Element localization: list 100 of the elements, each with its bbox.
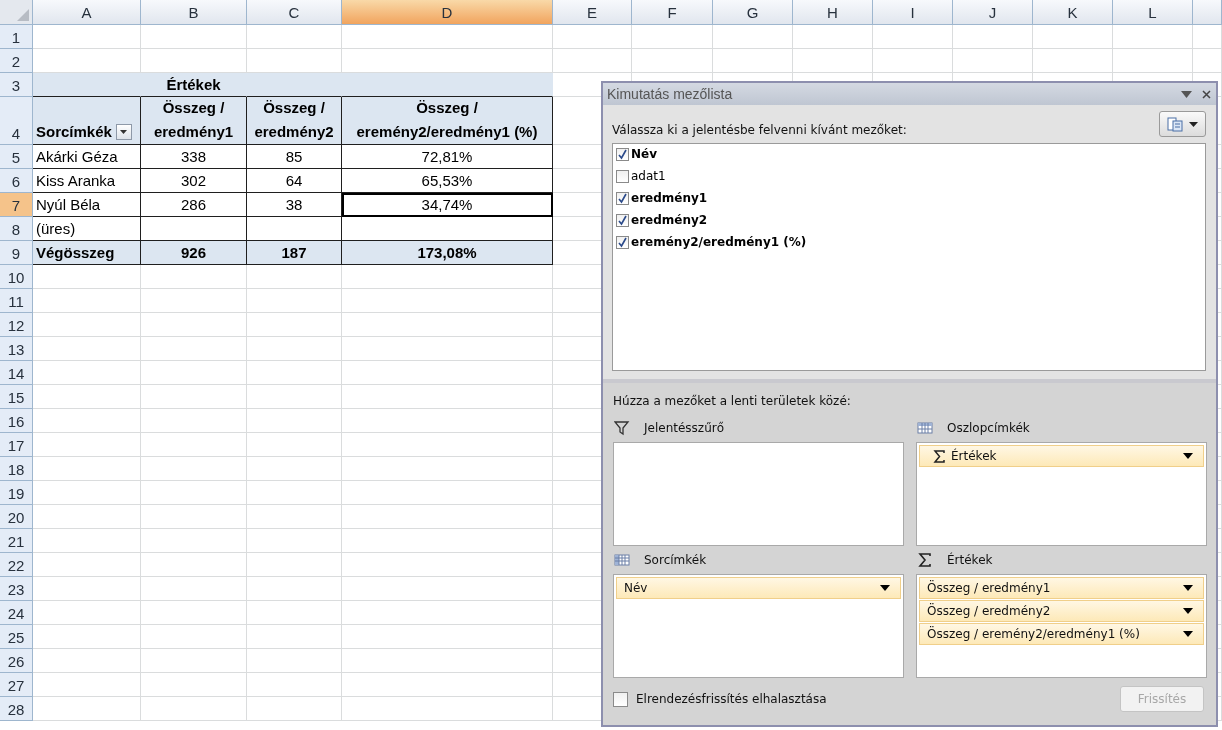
- field-button[interactable]: Értékek: [919, 445, 1204, 467]
- sigma-icon: [917, 552, 933, 568]
- table-cell: Akárki Géza: [33, 145, 141, 169]
- caret-icon: [120, 130, 128, 134]
- row-header[interactable]: 13: [0, 337, 33, 361]
- caret-icon: [1183, 608, 1193, 614]
- area-label: Sorcímkék: [644, 553, 707, 567]
- column-header[interactable]: K: [1033, 0, 1113, 25]
- column-header[interactable]: E: [553, 0, 632, 25]
- row-header[interactable]: 23: [0, 577, 33, 601]
- table-cell: 338: [141, 145, 247, 169]
- column-header[interactable]: J: [953, 0, 1033, 25]
- grid-icon: [614, 552, 630, 568]
- table-cell: 65,53%: [342, 169, 553, 193]
- field-button[interactable]: Összeg / eremény2/eredmény1 (%): [919, 623, 1204, 645]
- layout-icon: [1167, 116, 1183, 132]
- row-header[interactable]: 11: [0, 289, 33, 313]
- field-label[interactable]: Név: [631, 147, 657, 161]
- row-header[interactable]: 24: [0, 601, 33, 625]
- column-header[interactable]: D: [342, 0, 553, 25]
- grid-cell: [1193, 49, 1222, 73]
- table-cell: 286: [141, 193, 247, 217]
- field-button[interactable]: Összeg / eredmény2: [919, 600, 1204, 622]
- row-header[interactable]: 25: [0, 625, 33, 649]
- header-cell: Összeg / eremény2/eredmény1 (%): [342, 97, 553, 145]
- row-header[interactable]: 19: [0, 481, 33, 505]
- field-label[interactable]: eredmény1: [631, 191, 708, 205]
- row-header[interactable]: 18: [0, 457, 33, 481]
- caret-icon: [1189, 121, 1198, 127]
- triangle-icon: [17, 9, 29, 21]
- row-header[interactable]: 15: [0, 385, 33, 409]
- table-cell: Végösszeg: [33, 241, 141, 265]
- table-cell: 34,74%: [342, 193, 553, 217]
- header-cell: Összeg / eredmény1: [141, 97, 247, 145]
- row-header[interactable]: 16: [0, 409, 33, 433]
- area-label: Oszlopcímkék: [947, 421, 1030, 435]
- pane-options-button[interactable]: [1180, 88, 1192, 100]
- caret-icon: [1180, 90, 1192, 98]
- column-header[interactable]: B: [141, 0, 247, 25]
- field-label[interactable]: adat1: [631, 169, 666, 183]
- grid-icon: [917, 420, 933, 436]
- checkbox-label[interactable]: Elrendezésfrissítés elhalasztása: [636, 692, 827, 706]
- table-cell: Kiss Aranka: [33, 169, 141, 193]
- table-cell: 302: [141, 169, 247, 193]
- row-header[interactable]: 17: [0, 433, 33, 457]
- row-header[interactable]: 8: [0, 217, 33, 241]
- checkbox[interactable]: [616, 169, 629, 183]
- row-header[interactable]: 21: [0, 529, 33, 553]
- checkbox[interactable]: [613, 691, 628, 707]
- table-cell: 38: [247, 193, 342, 217]
- row-header[interactable]: 4: [0, 97, 33, 145]
- checkbox[interactable]: [616, 235, 629, 249]
- row-header[interactable]: 2: [0, 49, 33, 73]
- row-header[interactable]: 1: [0, 25, 33, 49]
- row-header[interactable]: 12: [0, 313, 33, 337]
- row-header[interactable]: 3: [0, 73, 33, 97]
- checkbox[interactable]: [616, 191, 629, 205]
- field-button[interactable]: Összeg / eredmény1: [919, 577, 1204, 599]
- instruction-text: Húzza a mezőket a lenti területek közé:: [613, 394, 852, 408]
- layout-button[interactable]: [1159, 111, 1206, 137]
- area-label: Értékek: [947, 553, 993, 567]
- table-cell: Nyúl Béla: [33, 193, 141, 217]
- close-icon: [1201, 89, 1211, 99]
- row-header[interactable]: 27: [0, 673, 33, 697]
- close-button[interactable]: [1200, 88, 1212, 100]
- header-label: Sorcímkék: [36, 122, 112, 142]
- row-header[interactable]: 10: [0, 265, 33, 289]
- column-header[interactable]: I: [873, 0, 953, 25]
- row-header[interactable]: 7: [0, 193, 33, 217]
- row-header[interactable]: 9: [0, 241, 33, 265]
- column-header[interactable]: G: [713, 0, 793, 25]
- row-header[interactable]: 5: [0, 145, 33, 169]
- row-header[interactable]: 28: [0, 697, 33, 721]
- pane-title: Kimutatás mezőlista: [607, 86, 733, 102]
- area-label: Jelentésszűrő: [644, 421, 724, 435]
- table-cell: 926: [141, 241, 247, 265]
- field-label[interactable]: eremény2/eredmény1 (%): [631, 235, 807, 249]
- row-header[interactable]: 6: [0, 169, 33, 193]
- column-header[interactable]: A: [33, 0, 141, 25]
- column-header[interactable]: F: [632, 0, 713, 25]
- column-header[interactable]: L: [1113, 0, 1193, 25]
- instruction-text: Válassza ki a jelentésbe felvenni kívánt mezőket:: [612, 123, 907, 137]
- row-header[interactable]: 20: [0, 505, 33, 529]
- field-label[interactable]: eredmény2: [631, 213, 708, 227]
- table-title: Értékek: [141, 73, 247, 97]
- checkbox[interactable]: [616, 213, 629, 227]
- row-header[interactable]: 26: [0, 649, 33, 673]
- table-cell: 72,81%: [342, 145, 553, 169]
- field-button[interactable]: Név: [616, 577, 901, 599]
- row-header[interactable]: 22: [0, 553, 33, 577]
- row-header[interactable]: 14: [0, 361, 33, 385]
- sigma-icon: [933, 449, 945, 463]
- column-header[interactable]: C: [247, 0, 342, 25]
- table-cell: 85: [247, 145, 342, 169]
- filter-dropdown-button[interactable]: [115, 124, 132, 140]
- caret-icon: [1183, 453, 1193, 459]
- caret-icon: [1183, 631, 1193, 637]
- column-header[interactable]: H: [793, 0, 873, 25]
- checkbox[interactable]: [616, 147, 629, 161]
- funnel-icon: [614, 420, 630, 436]
